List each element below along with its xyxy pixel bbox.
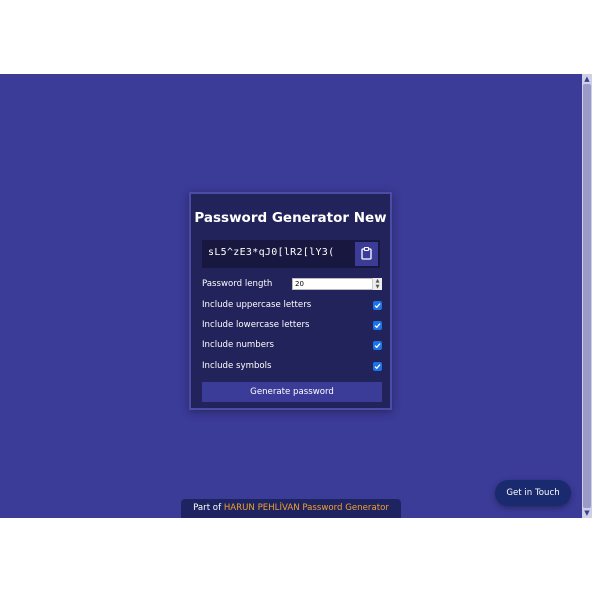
checkmark-icon — [374, 364, 381, 370]
option-row-lowercase: Include lowercase letters — [202, 318, 382, 334]
option-label: Include numbers — [202, 340, 275, 350]
card-title: Password Generator New — [194, 210, 387, 226]
get-in-touch-button[interactable]: Get in Touch — [495, 480, 571, 506]
length-input[interactable] — [292, 278, 382, 290]
checkmark-icon — [374, 343, 381, 349]
copy-to-clipboard-button[interactable] — [355, 242, 378, 266]
lowercase-checkbox[interactable] — [373, 321, 382, 330]
length-row: Password length ▲▼ — [202, 277, 382, 293]
scroll-down-icon[interactable]: ▼ — [582, 508, 592, 518]
generate-password-button[interactable]: Generate password — [202, 382, 382, 402]
checkmark-icon — [374, 323, 381, 329]
symbols-checkbox[interactable] — [373, 362, 382, 371]
footer-credit: Part of HARUN PEHLİVAN Password Generato… — [181, 499, 401, 518]
password-generator-card: Password Generator New sL5^zE3*qJ0[lR2[l… — [189, 192, 392, 410]
length-label: Password length — [202, 279, 273, 289]
scroll-up-icon[interactable]: ▲ — [582, 74, 592, 84]
option-label: Include lowercase letters — [202, 320, 310, 330]
checkmark-icon — [374, 303, 381, 309]
option-row-numbers: Include numbers — [202, 338, 382, 354]
generated-password: sL5^zE3*qJ0[lR2[lY3( — [208, 247, 335, 258]
uppercase-checkbox[interactable] — [373, 301, 382, 310]
option-label: Include symbols — [202, 361, 272, 371]
vertical-scrollbar[interactable]: ▲ ▼ — [582, 74, 592, 518]
scrollbar-thumb[interactable] — [583, 84, 591, 508]
option-row-symbols: Include symbols — [202, 359, 382, 375]
length-stepper[interactable]: ▲ ▼ — [372, 278, 382, 290]
footer-link[interactable]: HARUN PEHLİVAN Password Generator — [224, 503, 389, 513]
footer-prefix: Part of — [193, 503, 222, 513]
option-label: Include uppercase letters — [202, 300, 312, 310]
password-result: sL5^zE3*qJ0[lR2[lY3( — [202, 240, 380, 268]
numbers-checkbox[interactable] — [373, 341, 382, 350]
option-row-uppercase: Include uppercase letters — [202, 298, 382, 314]
clipboard-icon — [361, 247, 372, 260]
page-viewport: Password Generator New sL5^zE3*qJ0[lR2[l… — [0, 74, 582, 518]
